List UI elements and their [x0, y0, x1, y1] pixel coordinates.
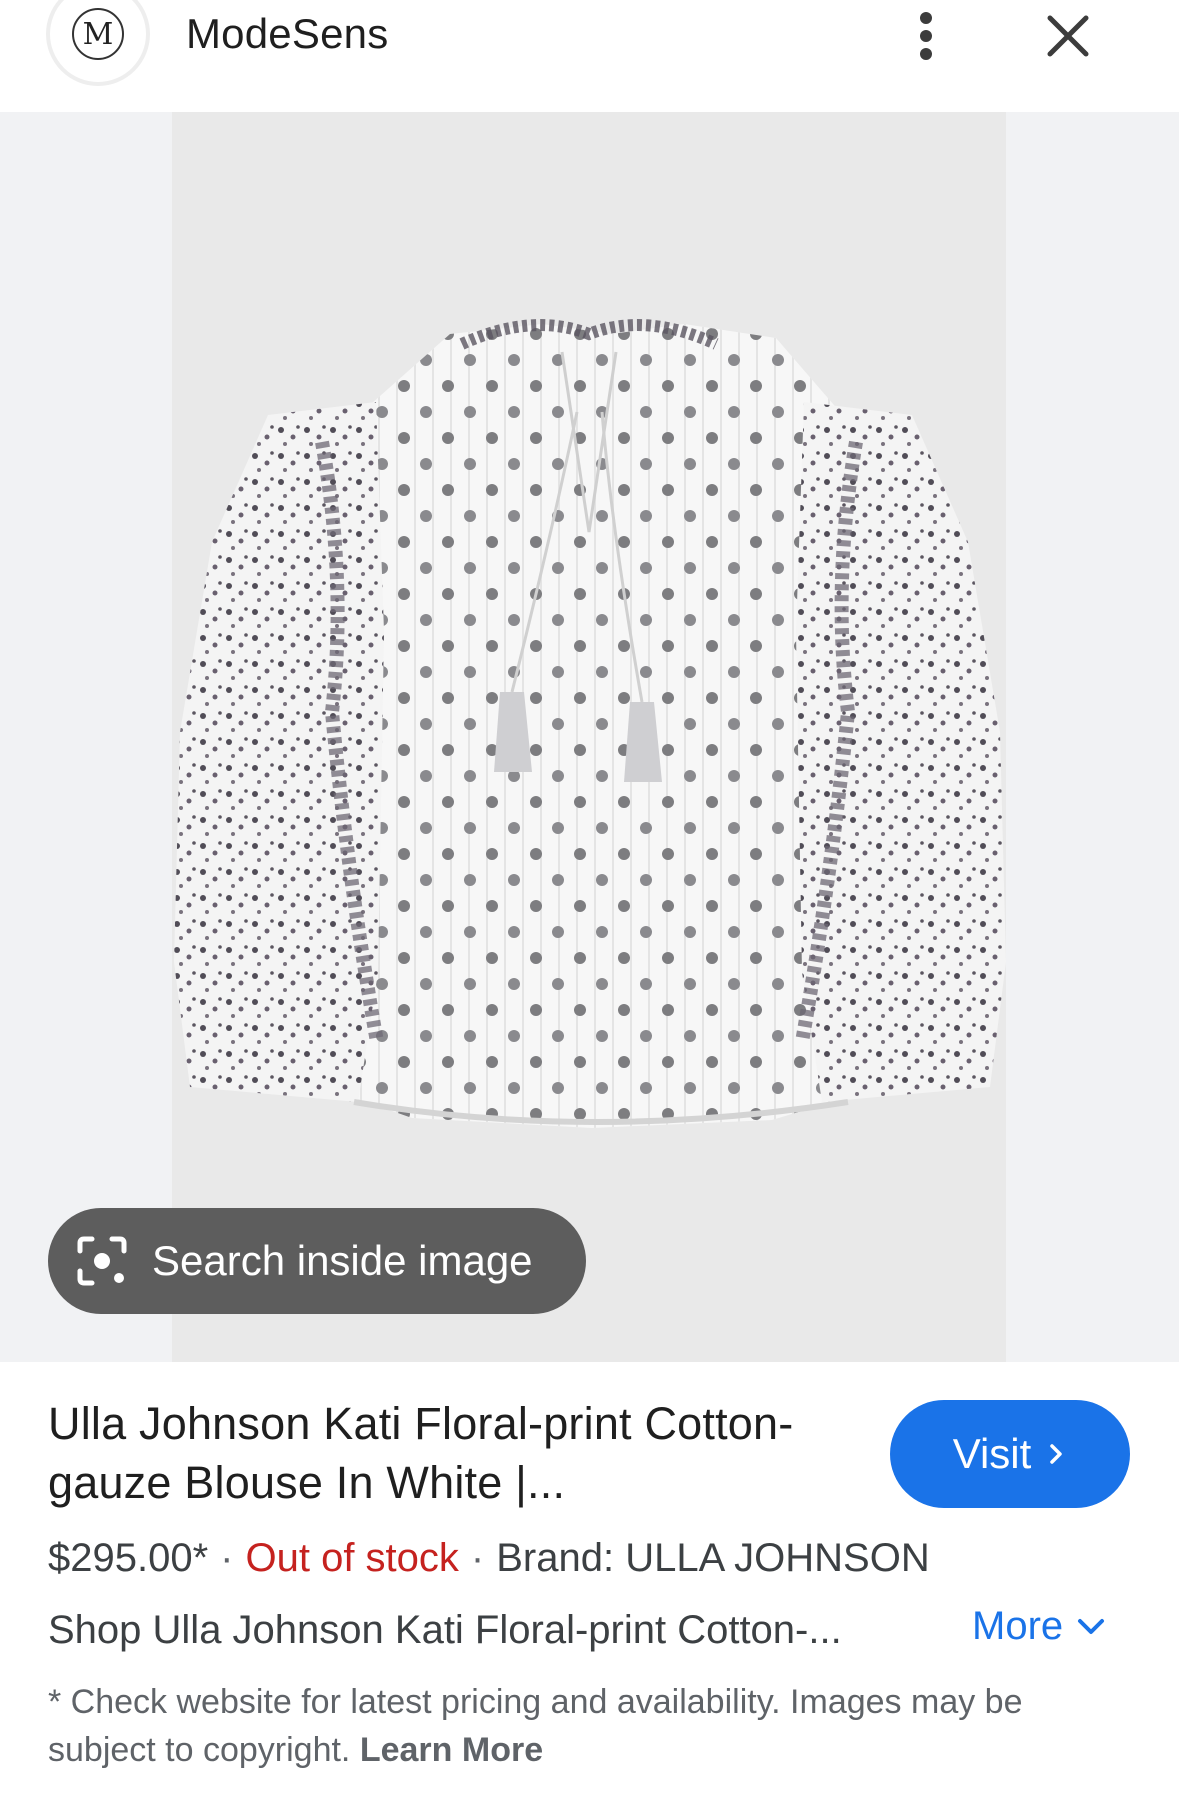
- learn-more-link[interactable]: Learn More: [360, 1731, 543, 1769]
- menu-dot: [920, 48, 932, 60]
- brand: Brand: ULLA JOHNSON: [496, 1536, 930, 1580]
- site-logo[interactable]: M: [46, 0, 150, 86]
- more-vert-icon[interactable]: [904, 6, 948, 66]
- more-label: More: [972, 1604, 1064, 1648]
- product-meta: $295.00* · Out of stock · Brand: ULLA JOHNSO…: [48, 1536, 930, 1581]
- product-description: Shop Ulla Johnson Kati Floral-print Cott…: [48, 1608, 842, 1652]
- site-name: ModeSens: [186, 10, 389, 57]
- product-info-panel: Ulla Johnson Kati Floral-print Cotton-ga…: [0, 1362, 1179, 1804]
- image-viewer: Search inside image: [0, 112, 1179, 1362]
- blouse-image: [174, 319, 1006, 1128]
- product-image[interactable]: [172, 112, 1006, 1362]
- menu-dot: [920, 30, 932, 42]
- google-lens-icon: [77, 1236, 127, 1286]
- search-inside-image-label: Search inside image: [152, 1237, 533, 1284]
- stock-status: Out of stock: [245, 1536, 459, 1580]
- product-title[interactable]: Ulla Johnson Kati Floral-print Cotton-ga…: [48, 1394, 828, 1512]
- chevron-right-icon: [1050, 1444, 1063, 1464]
- price: $295.00*: [48, 1536, 209, 1580]
- visit-button[interactable]: Visit: [890, 1400, 1130, 1508]
- close-icon[interactable]: [1040, 8, 1096, 64]
- separator-dot: ·: [220, 1536, 234, 1580]
- top-bar: M ModeSens: [0, 0, 1179, 112]
- modesens-logo-icon: M: [72, 8, 124, 60]
- chevron-down-icon: [1078, 1618, 1105, 1634]
- menu-dot: [920, 12, 932, 24]
- visit-label: Visit: [952, 1430, 1032, 1477]
- separator-dot: ·: [470, 1536, 485, 1580]
- disclaimer: * Check website for latest pricing and a…: [48, 1678, 1128, 1774]
- search-inside-image-button[interactable]: Search inside image: [48, 1208, 586, 1314]
- more-button[interactable]: More: [972, 1604, 1105, 1649]
